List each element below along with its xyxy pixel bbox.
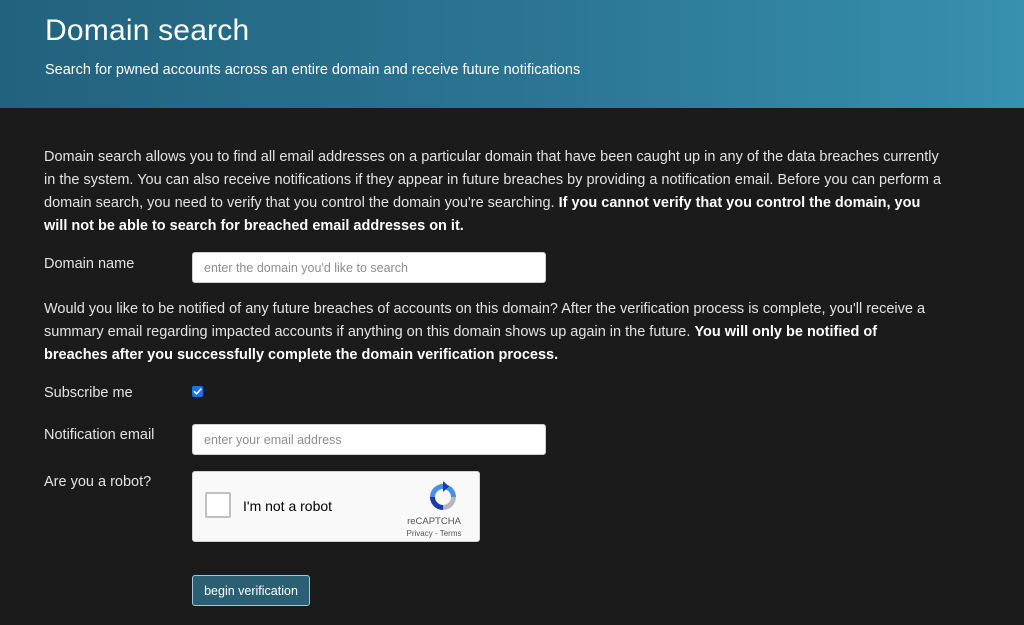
recaptcha-terms-link[interactable]: Terms [440,529,462,538]
page-header: Domain search Search for pwned accounts … [0,0,1024,108]
recaptcha-widget: I'm not a robot reCAPTCHA Privacy - Term… [192,471,480,542]
domain-name-label: Domain name [44,256,135,272]
intro-paragraph: Domain search allows you to find all ema… [44,146,944,238]
recaptcha-link-separator: - [432,529,440,538]
robot-label: Are you a robot? [44,474,152,490]
recaptcha-checkbox[interactable] [205,492,231,518]
recaptcha-checkbox-label: I'm not a robot [243,498,333,514]
subscribe-checkbox[interactable] [192,386,203,397]
recaptcha-privacy-link[interactable]: Privacy [407,529,433,538]
begin-verification-button[interactable]: begin verification [192,575,310,606]
page-title: Domain search [45,14,250,47]
notification-email-label: Notification email [44,427,155,443]
recaptcha-logo-icon [430,481,456,510]
notify-paragraph: Would you like to be notified of any fut… [44,298,944,367]
subscribe-label: Subscribe me [44,385,133,401]
recaptcha-links: Privacy - Terms [399,529,469,538]
domain-name-input[interactable] [192,252,546,283]
page-subtitle: Search for pwned accounts across an enti… [45,62,581,78]
notification-email-input[interactable] [192,424,546,455]
check-icon [193,388,202,395]
recaptcha-brand: reCAPTCHA [407,516,461,527]
